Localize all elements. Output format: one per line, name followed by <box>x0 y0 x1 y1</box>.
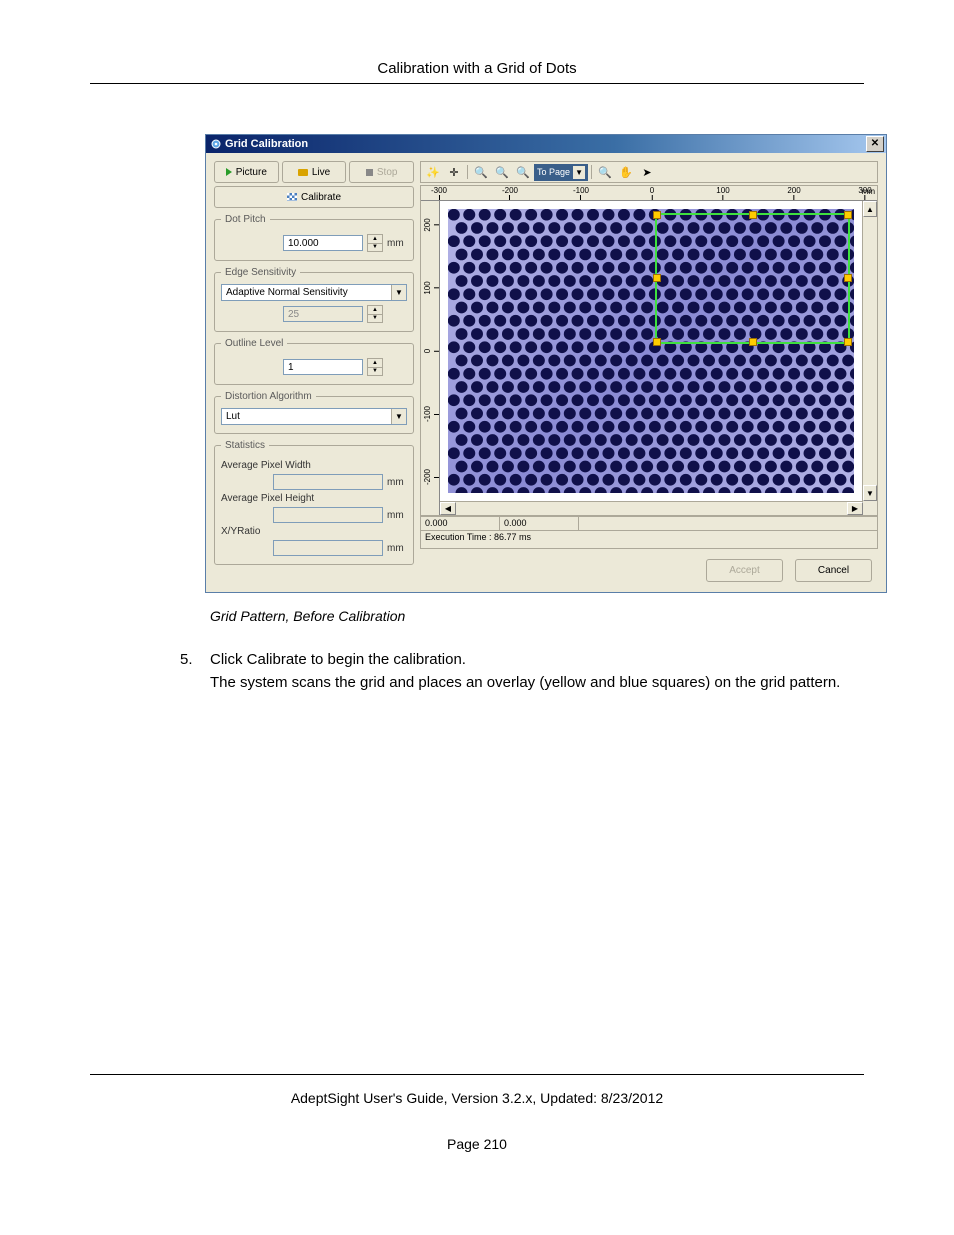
zoom-out-icon[interactable]: 🔍 <box>492 163 512 181</box>
distortion-combo[interactable]: Lut ▼ <box>221 408 407 425</box>
distortion-group: Distortion Algorithm Lut ▼ <box>214 391 414 434</box>
calibrate-label: Calibrate <box>301 192 341 203</box>
viewer-toolbar: ✨ ✛ 🔍 🔍 🔍 To Page ▼ 🔍 ✋ ➤ <box>420 161 878 183</box>
status-y: 0.000 <box>499 516 579 531</box>
scrollbar-horizontal[interactable]: ◀ ▶ <box>440 501 863 515</box>
outline-spinner[interactable]: ▲▼ <box>367 358 383 376</box>
statistics-group: Statistics Average Pixel Width mm Averag… <box>214 440 414 565</box>
calibrate-button[interactable]: Calibrate <box>214 186 414 208</box>
scroll-down-icon[interactable]: ▼ <box>863 485 877 501</box>
camera-icon <box>298 169 308 176</box>
status-x: 0.000 <box>420 516 500 531</box>
dot-pitch-group: Dot Pitch ▲▼ mm <box>214 214 414 261</box>
step-text: Click Calibrate to begin the calibration… <box>210 649 840 694</box>
scroll-up-icon[interactable]: ▲ <box>863 201 877 217</box>
dot-pitch-unit: mm <box>387 238 407 249</box>
edge-value-input <box>283 306 363 322</box>
stop-button[interactable]: Stop <box>349 161 414 183</box>
right-panel: ✨ ✛ 🔍 🔍 🔍 To Page ▼ 🔍 ✋ ➤ <box>420 161 878 584</box>
picture-button[interactable]: Picture <box>214 161 279 183</box>
scroll-right-icon[interactable]: ▶ <box>847 502 863 515</box>
edge-sensitivity-group: Edge Sensitivity Adaptive Normal Sensiti… <box>214 267 414 332</box>
avg-width-unit: mm <box>387 477 407 488</box>
status-blank <box>578 516 878 531</box>
xy-ratio-label: X/YRatio <box>221 526 407 537</box>
header-rule <box>90 83 864 84</box>
outline-level-group: Outline Level ▲▼ <box>214 338 414 385</box>
wand-tool-icon[interactable]: ✨ <box>423 163 443 181</box>
figure-caption: Grid Pattern, Before Calibration <box>210 608 864 624</box>
edge-mode-value: Adaptive Normal Sensitivity <box>222 287 391 298</box>
play-icon <box>226 168 232 176</box>
picture-label: Picture <box>236 167 267 178</box>
chevron-down-icon: ▼ <box>391 409 406 424</box>
edge-legend: Edge Sensitivity <box>221 267 300 278</box>
xy-ratio-unit: mm <box>387 543 407 554</box>
avg-height-value <box>273 507 383 523</box>
outline-input[interactable] <box>283 359 363 375</box>
chevron-down-icon: ▼ <box>391 285 406 300</box>
accept-button[interactable]: Accept <box>706 559 783 582</box>
scrollbar-vertical[interactable]: ▲ ▼ <box>862 201 877 501</box>
zoom-page-combo[interactable]: To Page ▼ <box>534 164 588 181</box>
dot-pitch-spinner[interactable]: ▲▼ <box>367 234 383 252</box>
ruler-vertical: 2001000-100-200 <box>421 201 440 501</box>
execution-time: Execution Time : 86.77 ms <box>420 530 878 549</box>
dot-pitch-input[interactable] <box>283 235 363 251</box>
stop-icon <box>366 169 373 176</box>
edge-spinner[interactable]: ▲▼ <box>367 305 383 323</box>
zoom-fit-icon[interactable]: 🔍 <box>513 163 533 181</box>
chevron-down-icon: ▼ <box>573 166 585 179</box>
zoom-page-label: To Page <box>537 167 570 177</box>
stats-legend: Statistics <box>221 440 269 451</box>
image-viewer: -300-200-1000100200300 mm 2001000-100-20… <box>420 185 878 516</box>
close-button[interactable]: ✕ <box>866 136 884 152</box>
page-header: Calibration with a Grid of Dots <box>90 60 864 77</box>
ruler-h-unit: mm <box>862 187 875 196</box>
edge-mode-combo[interactable]: Adaptive Normal Sensitivity ▼ <box>221 284 407 301</box>
ruler-horizontal: -300-200-1000100200300 mm <box>421 186 877 201</box>
status-bar: 0.000 0.000 <box>420 516 878 531</box>
pointer-tool-icon[interactable]: ➤ <box>637 163 657 181</box>
step-number: 5. <box>180 649 210 694</box>
gear-icon <box>210 138 222 150</box>
outline-legend: Outline Level <box>221 338 287 349</box>
dot-pattern <box>448 209 854 493</box>
grid-calibration-dialog: Grid Calibration ✕ Picture Live <box>205 134 887 593</box>
live-button[interactable]: Live <box>282 161 347 183</box>
zoom-in-icon[interactable]: 🔍 <box>471 163 491 181</box>
grid-image <box>448 209 854 493</box>
hand-tool-icon[interactable]: ✋ <box>616 163 636 181</box>
footer-text: AdeptSight User's Guide, Version 3.2.x, … <box>90 1090 864 1106</box>
close-icon: ✕ <box>871 139 879 149</box>
page-number: Page 210 <box>90 1136 864 1152</box>
grid-icon <box>287 193 297 201</box>
dot-pitch-legend: Dot Pitch <box>221 214 270 225</box>
xy-ratio-value <box>273 540 383 556</box>
titlebar: Grid Calibration ✕ <box>206 135 886 153</box>
stop-label: Stop <box>377 167 398 178</box>
live-label: Live <box>312 167 330 178</box>
distortion-value: Lut <box>222 411 391 422</box>
step-5: 5. Click Calibrate to begin the calibrat… <box>180 649 864 694</box>
footer-rule <box>90 1074 864 1075</box>
crosshair-tool-icon[interactable]: ✛ <box>444 163 464 181</box>
avg-height-label: Average Pixel Height <box>221 493 407 504</box>
avg-width-label: Average Pixel Width <box>221 460 407 471</box>
scroll-left-icon[interactable]: ◀ <box>440 502 456 515</box>
dialog-title: Grid Calibration <box>225 138 866 150</box>
image-canvas[interactable] <box>440 201 862 501</box>
zoom-icon[interactable]: 🔍 <box>595 163 615 181</box>
distortion-legend: Distortion Algorithm <box>221 391 316 402</box>
avg-width-value <box>273 474 383 490</box>
left-panel: Picture Live Stop Calibrate <box>214 161 414 584</box>
avg-height-unit: mm <box>387 510 407 521</box>
cancel-button[interactable]: Cancel <box>795 559 872 582</box>
